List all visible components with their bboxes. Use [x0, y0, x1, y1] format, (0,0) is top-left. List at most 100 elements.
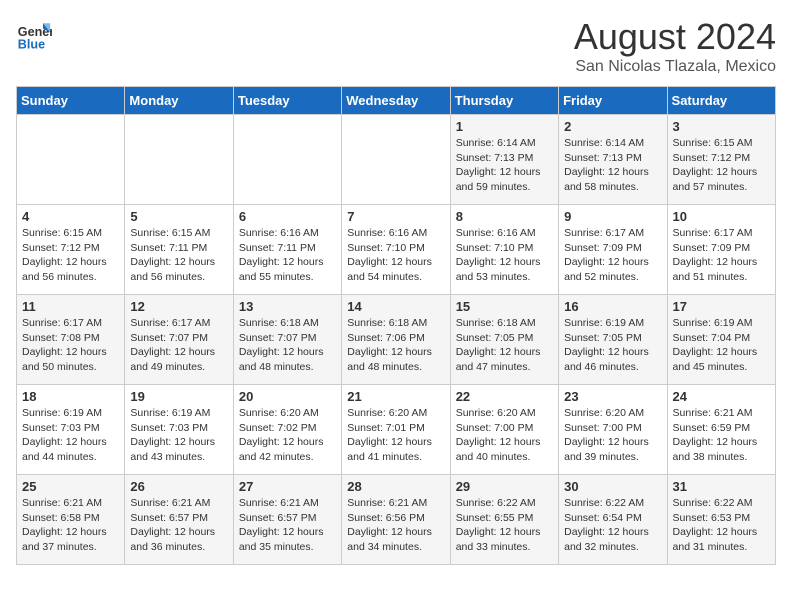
calendar-cell: [125, 115, 233, 205]
day-info: Sunrise: 6:19 AM Sunset: 7:03 PM Dayligh…: [22, 406, 119, 465]
day-info: Sunrise: 6:16 AM Sunset: 7:10 PM Dayligh…: [347, 226, 444, 285]
day-number: 16: [564, 299, 661, 314]
calendar-cell: 31Sunrise: 6:22 AM Sunset: 6:53 PM Dayli…: [667, 475, 775, 565]
day-number: 1: [456, 119, 553, 134]
calendar-cell: 12 Sunrise: 6:17 AM Sunset: 7:07 PM Dayli…: [125, 295, 233, 385]
day-number: 19: [130, 389, 227, 404]
calendar-cell: 30 Sunrise: 6:22 AM Sunset: 6:54 PM Dayli…: [559, 475, 667, 565]
day-number: 6: [239, 209, 336, 224]
calendar-cell: 11 Sunrise: 6:17 AM Sunset: 7:08 PM Dayli…: [17, 295, 125, 385]
day-info: Sunrise: 6:16 AM Sunset: 7:11 PM Dayligh…: [239, 226, 336, 285]
day-number: 5: [130, 209, 227, 224]
calendar-cell: 6 Sunrise: 6:16 AM Sunset: 7:11 PM Daylig…: [233, 205, 341, 295]
day-number: 11: [22, 299, 119, 314]
calendar-cell: [17, 115, 125, 205]
day-info: Sunrise: 6:15 AM Sunset: 7:11 PM Dayligh…: [130, 226, 227, 285]
day-info: Sunrise: 6:17 AM Sunset: 7:07 PM Dayligh…: [130, 316, 227, 375]
calendar-cell: 20 Sunrise: 6:20 AM Sunset: 7:02 PM Dayli…: [233, 385, 341, 475]
calendar-cell: 25 Sunrise: 6:21 AM Sunset: 6:58 PM Dayli…: [17, 475, 125, 565]
calendar-cell: 26Sunrise: 6:21 AM Sunset: 6:57 PM Dayli…: [125, 475, 233, 565]
weekday-header-thursday: Thursday: [450, 87, 558, 115]
day-number: 4: [22, 209, 119, 224]
page-header: General Blue August 2024 San Nicolas Tla…: [16, 16, 776, 76]
day-number: 20: [239, 389, 336, 404]
day-number: 25: [22, 479, 119, 494]
day-info: Sunrise: 6:21 AM Sunset: 6:57 PM Dayligh…: [130, 496, 227, 555]
calendar-cell: [342, 115, 450, 205]
day-info: Sunrise: 6:19 AM Sunset: 7:03 PM Dayligh…: [130, 406, 227, 465]
day-number: 29: [456, 479, 553, 494]
logo: General Blue: [16, 16, 52, 52]
calendar-table: SundayMondayTuesdayWednesdayThursdayFrid…: [16, 86, 776, 565]
day-info: Sunrise: 6:20 AM Sunset: 7:01 PM Dayligh…: [347, 406, 444, 465]
day-number: 14: [347, 299, 444, 314]
day-number: 15: [456, 299, 553, 314]
day-info: Sunrise: 6:20 AM Sunset: 7:00 PM Dayligh…: [456, 406, 553, 465]
weekday-header-sunday: Sunday: [17, 87, 125, 115]
day-number: 21: [347, 389, 444, 404]
day-info: Sunrise: 6:15 AM Sunset: 7:12 PM Dayligh…: [22, 226, 119, 285]
day-number: 28: [347, 479, 444, 494]
calendar-cell: 18 Sunrise: 6:19 AM Sunset: 7:03 PM Dayli…: [17, 385, 125, 475]
day-info: Sunrise: 6:21 AM Sunset: 6:59 PM Dayligh…: [673, 406, 770, 465]
day-info: Sunrise: 6:22 AM Sunset: 6:54 PM Dayligh…: [564, 496, 661, 555]
calendar-cell: 9 Sunrise: 6:17 AM Sunset: 7:09 PM Daylig…: [559, 205, 667, 295]
day-number: 13: [239, 299, 336, 314]
day-number: 18: [22, 389, 119, 404]
day-info: Sunrise: 6:17 AM Sunset: 7:09 PM Dayligh…: [673, 226, 770, 285]
day-number: 17: [673, 299, 770, 314]
calendar-cell: 15 Sunrise: 6:18 AM Sunset: 7:05 PM Dayli…: [450, 295, 558, 385]
weekday-header-row: SundayMondayTuesdayWednesdayThursdayFrid…: [17, 87, 776, 115]
day-number: 24: [673, 389, 770, 404]
day-info: Sunrise: 6:20 AM Sunset: 7:02 PM Dayligh…: [239, 406, 336, 465]
day-info: Sunrise: 6:16 AM Sunset: 7:10 PM Dayligh…: [456, 226, 553, 285]
calendar-cell: 22 Sunrise: 6:20 AM Sunset: 7:00 PM Dayli…: [450, 385, 558, 475]
calendar-title: August 2024: [574, 16, 776, 58]
calendar-cell: 24 Sunrise: 6:21 AM Sunset: 6:59 PM Dayli…: [667, 385, 775, 475]
calendar-week-4: 18 Sunrise: 6:19 AM Sunset: 7:03 PM Dayli…: [17, 385, 776, 475]
day-info: Sunrise: 6:19 AM Sunset: 7:05 PM Dayligh…: [564, 316, 661, 375]
day-info: Sunrise: 6:14 AM Sunset: 7:13 PM Dayligh…: [564, 136, 661, 195]
calendar-cell: 10 Sunrise: 6:17 AM Sunset: 7:09 PM Dayli…: [667, 205, 775, 295]
day-info: Sunrise: 6:15 AM Sunset: 7:12 PM Dayligh…: [673, 136, 770, 195]
day-info: Sunrise: 6:17 AM Sunset: 7:08 PM Dayligh…: [22, 316, 119, 375]
day-info: Sunrise: 6:22 AM Sunset: 6:55 PM Dayligh…: [456, 496, 553, 555]
day-number: 31: [673, 479, 770, 494]
logo-icon: General Blue: [16, 16, 52, 52]
calendar-cell: 29 Sunrise: 6:22 AM Sunset: 6:55 PM Dayli…: [450, 475, 558, 565]
calendar-cell: 8Sunrise: 6:16 AM Sunset: 7:10 PM Daylig…: [450, 205, 558, 295]
weekday-header-monday: Monday: [125, 87, 233, 115]
calendar-cell: 1 Sunrise: 6:14 AM Sunset: 7:13 PM Daylig…: [450, 115, 558, 205]
weekday-header-wednesday: Wednesday: [342, 87, 450, 115]
day-number: 12: [130, 299, 227, 314]
calendar-week-3: 11 Sunrise: 6:17 AM Sunset: 7:08 PM Dayli…: [17, 295, 776, 385]
day-info: Sunrise: 6:18 AM Sunset: 7:06 PM Dayligh…: [347, 316, 444, 375]
calendar-cell: 28Sunrise: 6:21 AM Sunset: 6:56 PM Dayli…: [342, 475, 450, 565]
day-number: 27: [239, 479, 336, 494]
calendar-cell: 7Sunrise: 6:16 AM Sunset: 7:10 PM Daylig…: [342, 205, 450, 295]
day-info: Sunrise: 6:18 AM Sunset: 7:05 PM Dayligh…: [456, 316, 553, 375]
calendar-cell: 5 Sunrise: 6:15 AM Sunset: 7:11 PM Daylig…: [125, 205, 233, 295]
calendar-week-2: 4 Sunrise: 6:15 AM Sunset: 7:12 PM Daylig…: [17, 205, 776, 295]
calendar-subtitle: San Nicolas Tlazala, Mexico: [574, 58, 776, 76]
calendar-cell: 23 Sunrise: 6:20 AM Sunset: 7:00 PM Dayli…: [559, 385, 667, 475]
calendar-cell: 17Sunrise: 6:19 AM Sunset: 7:04 PM Dayli…: [667, 295, 775, 385]
calendar-week-1: 1 Sunrise: 6:14 AM Sunset: 7:13 PM Daylig…: [17, 115, 776, 205]
calendar-cell: 27Sunrise: 6:21 AM Sunset: 6:57 PM Dayli…: [233, 475, 341, 565]
day-number: 23: [564, 389, 661, 404]
calendar-cell: 14 Sunrise: 6:18 AM Sunset: 7:06 PM Dayli…: [342, 295, 450, 385]
calendar-cell: [233, 115, 341, 205]
calendar-cell: 19 Sunrise: 6:19 AM Sunset: 7:03 PM Dayli…: [125, 385, 233, 475]
calendar-week-5: 25 Sunrise: 6:21 AM Sunset: 6:58 PM Dayli…: [17, 475, 776, 565]
weekday-header-friday: Friday: [559, 87, 667, 115]
day-info: Sunrise: 6:17 AM Sunset: 7:09 PM Dayligh…: [564, 226, 661, 285]
day-number: 22: [456, 389, 553, 404]
day-info: Sunrise: 6:21 AM Sunset: 6:58 PM Dayligh…: [22, 496, 119, 555]
title-block: August 2024 San Nicolas Tlazala, Mexico: [574, 16, 776, 76]
svg-text:Blue: Blue: [18, 37, 45, 51]
day-number: 30: [564, 479, 661, 494]
day-info: Sunrise: 6:14 AM Sunset: 7:13 PM Dayligh…: [456, 136, 553, 195]
day-number: 10: [673, 209, 770, 224]
day-info: Sunrise: 6:20 AM Sunset: 7:00 PM Dayligh…: [564, 406, 661, 465]
day-number: 9: [564, 209, 661, 224]
